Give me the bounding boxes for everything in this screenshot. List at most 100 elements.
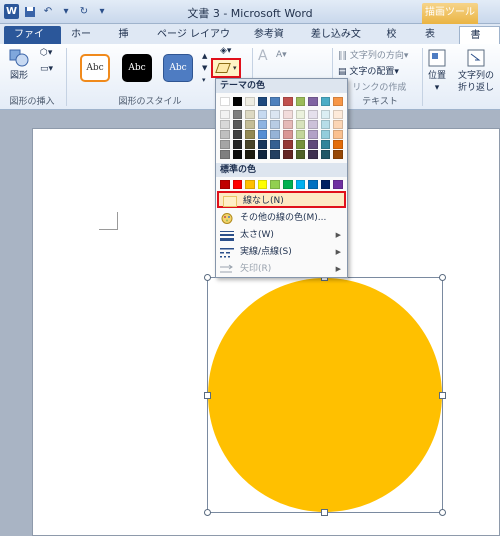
color-swatch[interactable] xyxy=(220,97,230,106)
color-swatch[interactable] xyxy=(232,110,243,119)
color-swatch[interactable] xyxy=(257,97,268,106)
color-swatch[interactable] xyxy=(220,110,230,119)
color-swatch[interactable] xyxy=(220,150,230,159)
tab-insert[interactable]: 挿入 xyxy=(109,26,148,58)
color-swatch[interactable] xyxy=(333,150,343,159)
color-swatch[interactable] xyxy=(245,110,255,119)
create-link-button[interactable]: ⛓ リンクの作成 xyxy=(338,80,406,93)
resize-handle[interactable] xyxy=(439,392,446,399)
color-swatch[interactable] xyxy=(308,110,318,119)
text-align-button[interactable]: ▤ 文字の配置▾ xyxy=(338,64,399,77)
tab-references[interactable]: 参考資料 xyxy=(244,26,301,58)
color-swatch[interactable] xyxy=(245,97,255,106)
style-preset-outline[interactable]: Abc xyxy=(80,54,110,82)
color-swatch[interactable] xyxy=(232,150,243,159)
tab-review[interactable]: 校閲 xyxy=(376,26,415,58)
color-swatch[interactable] xyxy=(282,120,293,129)
resize-handle[interactable] xyxy=(204,274,211,281)
tab-home[interactable]: ホーム xyxy=(61,26,109,58)
color-swatch[interactable] xyxy=(320,180,331,189)
color-swatch[interactable] xyxy=(308,120,318,129)
shapes-button[interactable]: 図形 xyxy=(8,48,30,82)
color-swatch[interactable] xyxy=(320,97,331,106)
color-swatch[interactable] xyxy=(270,140,280,149)
color-swatch[interactable] xyxy=(282,140,293,149)
color-swatch[interactable] xyxy=(245,140,255,149)
color-swatch[interactable] xyxy=(320,110,331,119)
color-swatch[interactable] xyxy=(308,97,318,106)
color-swatch[interactable] xyxy=(333,97,343,106)
position-button[interactable]: 位置 ▾ xyxy=(426,48,448,94)
style-preset-black[interactable]: Abc xyxy=(122,54,152,82)
text-direction-button[interactable]: ‖‖ 文字列の方向▾ xyxy=(338,48,408,61)
color-swatch[interactable] xyxy=(295,130,306,139)
color-swatch[interactable] xyxy=(308,150,318,159)
more-outline-colors-item[interactable]: その他の線の色(M)... xyxy=(216,210,347,227)
shape-outline-button[interactable]: ▾ xyxy=(211,58,241,78)
dashes-item[interactable]: 実線/点線(S) ▶ xyxy=(216,244,347,261)
shape-fill-icon[interactable]: ◈▾ xyxy=(220,46,231,56)
color-swatch[interactable] xyxy=(333,110,343,119)
gallery-more-icon[interactable]: ▾ xyxy=(202,76,206,84)
resize-handle[interactable] xyxy=(204,509,211,516)
color-swatch[interactable] xyxy=(295,110,306,119)
color-swatch[interactable] xyxy=(257,130,268,139)
color-swatch[interactable] xyxy=(282,150,293,159)
color-swatch[interactable] xyxy=(308,140,318,149)
color-swatch[interactable] xyxy=(320,130,331,139)
gallery-scroll-up-icon[interactable]: ▲ xyxy=(202,52,207,60)
color-swatch[interactable] xyxy=(220,140,230,149)
resize-handle[interactable] xyxy=(439,509,446,516)
color-swatch[interactable] xyxy=(245,150,255,159)
text-fill-icon[interactable]: A▾ xyxy=(276,50,287,60)
color-swatch[interactable] xyxy=(232,97,243,106)
color-swatch[interactable] xyxy=(333,140,343,149)
color-swatch[interactable] xyxy=(333,120,343,129)
gallery-scroll-down-icon[interactable]: ▼ xyxy=(202,64,207,72)
color-swatch[interactable] xyxy=(270,97,280,106)
color-swatch[interactable] xyxy=(295,120,306,129)
color-swatch[interactable] xyxy=(245,180,255,189)
tab-view[interactable]: 表示 xyxy=(415,26,454,58)
no-outline-item[interactable]: 線なし(N) xyxy=(217,191,346,208)
color-swatch[interactable] xyxy=(220,180,230,189)
color-swatch[interactable] xyxy=(282,180,293,189)
color-swatch[interactable] xyxy=(295,180,306,189)
wordart-icon[interactable]: A xyxy=(258,48,268,64)
color-swatch[interactable] xyxy=(232,120,243,129)
color-swatch[interactable] xyxy=(320,120,331,129)
color-swatch[interactable] xyxy=(245,130,255,139)
color-swatch[interactable] xyxy=(308,180,318,189)
tab-page-layout[interactable]: ページ レイアウト xyxy=(147,26,244,58)
color-swatch[interactable] xyxy=(220,130,230,139)
color-swatch[interactable] xyxy=(282,130,293,139)
color-swatch[interactable] xyxy=(232,130,243,139)
color-swatch[interactable] xyxy=(257,180,268,189)
color-swatch[interactable] xyxy=(257,120,268,129)
circle-shape[interactable] xyxy=(208,278,442,512)
color-swatch[interactable] xyxy=(257,140,268,149)
resize-handle[interactable] xyxy=(439,274,446,281)
weight-item[interactable]: 太さ(W) ▶ xyxy=(216,227,347,244)
style-preset-blue[interactable]: Abc xyxy=(163,54,193,82)
color-swatch[interactable] xyxy=(270,120,280,129)
color-swatch[interactable] xyxy=(282,110,293,119)
resize-handle[interactable] xyxy=(204,392,211,399)
edit-shape-icon[interactable]: ⬡▾ xyxy=(40,48,52,58)
color-swatch[interactable] xyxy=(270,180,280,189)
wrap-text-button[interactable]: 文字列の 折り返し xyxy=(458,48,494,94)
color-swatch[interactable] xyxy=(257,150,268,159)
color-swatch[interactable] xyxy=(333,180,343,189)
color-swatch[interactable] xyxy=(333,130,343,139)
tab-file[interactable]: ファイル xyxy=(4,26,62,58)
color-swatch[interactable] xyxy=(257,110,268,119)
color-swatch[interactable] xyxy=(270,130,280,139)
color-swatch[interactable] xyxy=(232,180,243,189)
color-swatch[interactable] xyxy=(295,150,306,159)
color-swatch[interactable] xyxy=(308,130,318,139)
color-swatch[interactable] xyxy=(320,150,331,159)
color-swatch[interactable] xyxy=(245,120,255,129)
color-swatch[interactable] xyxy=(232,140,243,149)
tab-format[interactable]: 書式 xyxy=(459,26,500,59)
color-swatch[interactable] xyxy=(282,97,293,106)
